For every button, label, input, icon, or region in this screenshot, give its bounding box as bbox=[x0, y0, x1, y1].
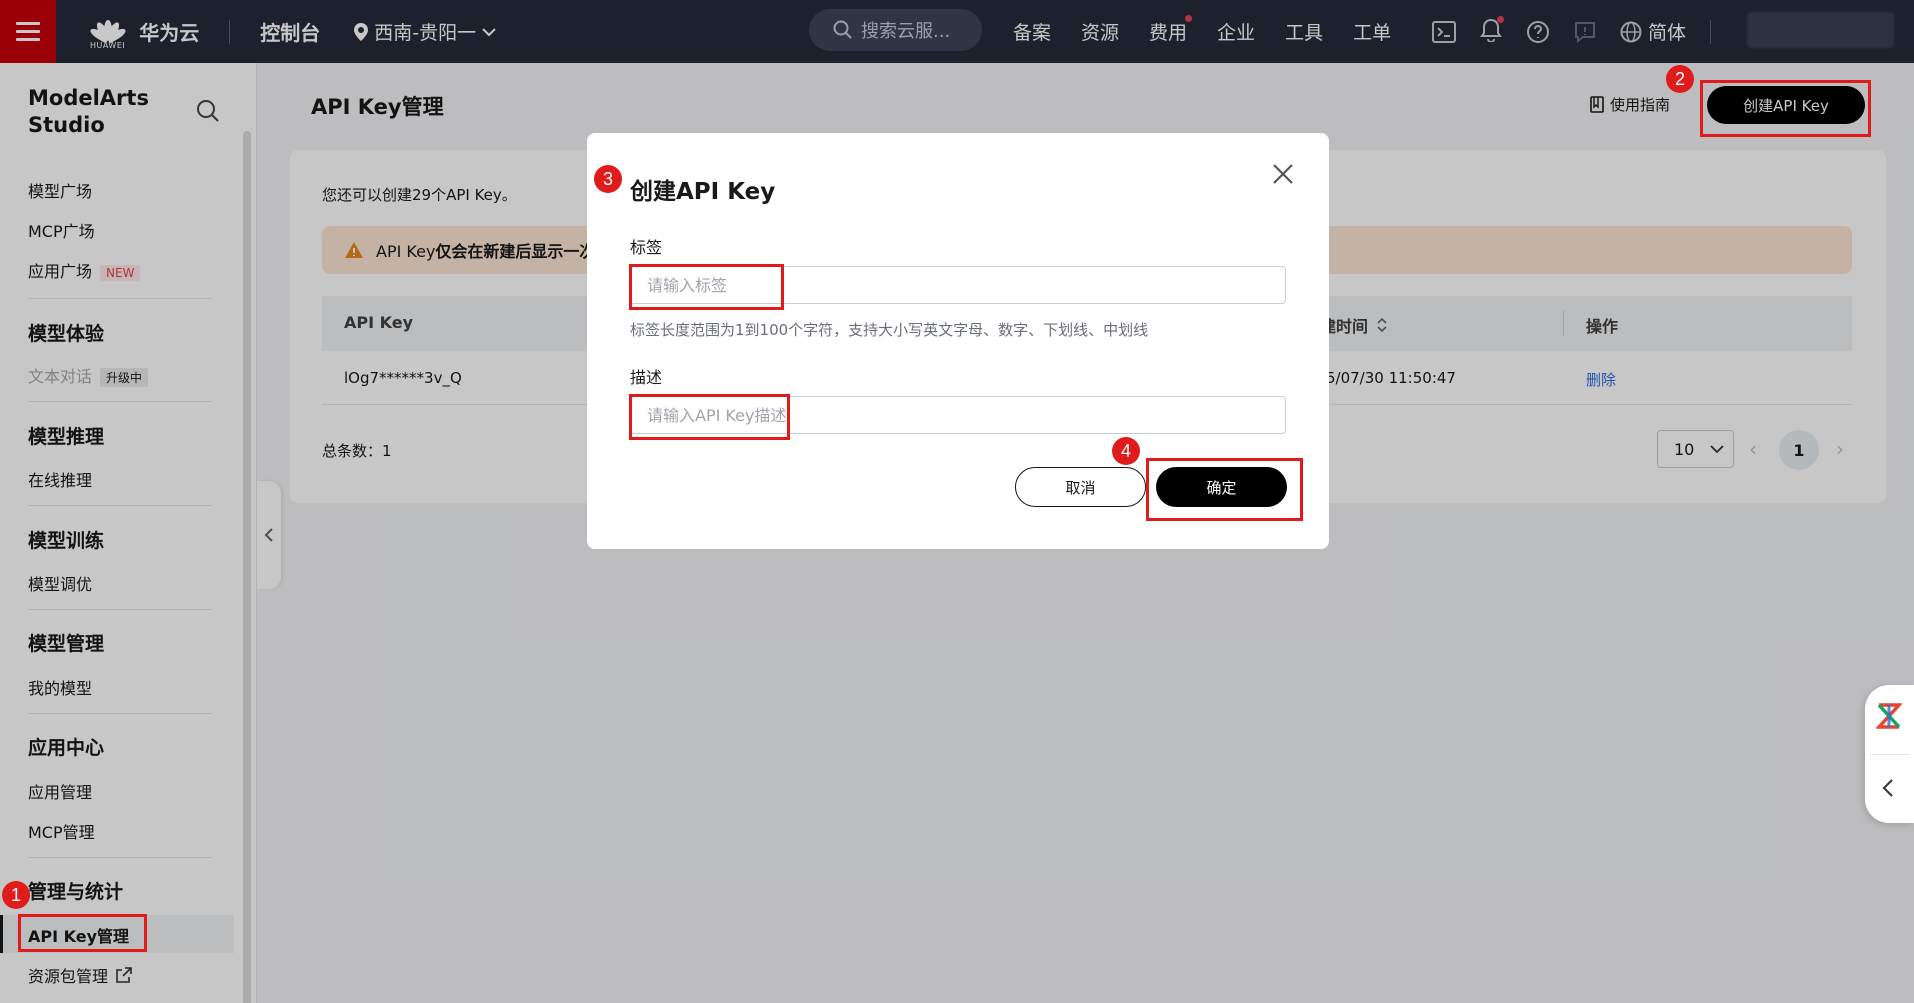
annotation-number-3: 3 bbox=[594, 165, 622, 193]
cancel-button[interactable]: 取消 bbox=[1015, 467, 1146, 507]
annotation-number-1: 1 bbox=[2, 881, 30, 909]
annotation-highlight-4 bbox=[1146, 458, 1303, 521]
annotation-number-2: 2 bbox=[1666, 65, 1694, 93]
annotation-number-4: 4 bbox=[1112, 437, 1140, 465]
tag-hint: 标签长度范围为1到100个字符，支持大小写英文字母、数字、下划线、中划线 bbox=[630, 321, 1149, 339]
chevron-left-icon[interactable] bbox=[1882, 778, 1894, 798]
tag-label: 标签 bbox=[630, 238, 663, 257]
description-label: 描述 bbox=[630, 368, 663, 387]
annotation-highlight-2 bbox=[1700, 80, 1871, 137]
annotation-highlight-tag bbox=[629, 264, 784, 310]
assistant-logo-icon[interactable] bbox=[1876, 702, 1902, 730]
divider bbox=[1870, 754, 1910, 755]
dialog-title: 创建API Key bbox=[630, 179, 776, 205]
annotation-highlight-description bbox=[629, 394, 790, 440]
annotation-highlight-1 bbox=[18, 914, 147, 952]
close-icon[interactable] bbox=[1272, 163, 1294, 185]
